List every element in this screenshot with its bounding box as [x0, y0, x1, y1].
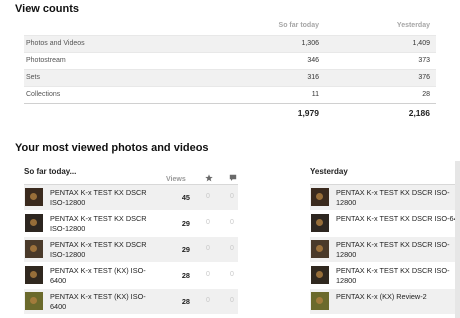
favorites-count: 0 [206, 219, 210, 226]
today-heading: So far today... [24, 167, 77, 176]
list-item[interactable]: PENTAX K-x TEST KX DSCR ISO-12800 45 0 0 [24, 185, 238, 211]
most-viewed-yesterday: Yesterday PENTAX K-x TEST KX DSCR ISO-12… [310, 163, 460, 315]
photo-thumbnail[interactable] [25, 266, 43, 284]
photo-thumbnail[interactable] [311, 240, 329, 258]
today-value: 11 [311, 91, 319, 98]
comments-count: 0 [230, 297, 234, 304]
comments-count: 0 [230, 193, 234, 200]
comments-count: 0 [230, 245, 234, 252]
yesterday-value: 28 [422, 91, 430, 98]
today-value: 316 [307, 74, 319, 81]
comments-count: 0 [230, 271, 234, 278]
yesterday-heading: Yesterday [310, 167, 348, 176]
today-value: 1,306 [301, 40, 319, 47]
list-item[interactable]: PENTAX K-x TEST KX DSCR ISO-12800 [310, 263, 460, 289]
row-photostream: Photostream 346 373 [24, 52, 436, 69]
today-header: So far today... Views [24, 163, 238, 185]
row-total: 1,979 2,186 [24, 103, 436, 120]
col-yesterday: Yesterday [396, 22, 430, 29]
list-item[interactable]: PENTAX K-x TEST KX DSCR ISO-12800 [310, 185, 460, 211]
list-item[interactable]: PENTAX K-x TEST KX DSCR ISO-12800 [310, 237, 460, 263]
most-viewed-title: Your most viewed photos and videos [15, 142, 209, 154]
comment-icon [229, 174, 237, 182]
row-label: Photos and Videos [26, 40, 85, 47]
photo-title-link[interactable]: PENTAX K-x TEST (KX) ISO-6400 [50, 266, 160, 285]
photo-thumbnail[interactable] [25, 188, 43, 206]
col-so-far-today: So far today [278, 22, 319, 29]
photo-thumbnail[interactable] [25, 240, 43, 258]
views-count: 28 [181, 297, 190, 306]
photo-thumbnail[interactable] [25, 292, 43, 310]
row-photos-and-videos: Photos and Videos 1,306 1,409 [24, 35, 436, 52]
vertical-scrollbar[interactable] [455, 161, 460, 318]
yesterday-value: 373 [418, 57, 430, 64]
view-counts-title: View counts [15, 3, 79, 15]
list-item[interactable]: PENTAX K-x TEST KX DSCR ISO-6400 [310, 211, 460, 237]
views-count: 45 [181, 193, 190, 202]
photo-thumbnail[interactable] [311, 188, 329, 206]
view-counts-header: So far today Yesterday [24, 20, 436, 35]
most-viewed-today: So far today... Views PENTAX K-x TEST KX… [24, 163, 238, 315]
favorites-count: 0 [206, 297, 210, 304]
yesterday-value: 1,409 [412, 40, 430, 47]
photo-title-link[interactable]: PENTAX K-x TEST KX DSCR ISO-12800 [336, 188, 460, 207]
view-counts-table: So far today Yesterday Photos and Videos… [24, 20, 436, 120]
photo-title-link[interactable]: PENTAX K-x TEST KX DSCR ISO-12800 [50, 214, 160, 233]
list-item[interactable]: PENTAX K-x TEST (KX) ISO-6400 28 0 0 [24, 263, 238, 289]
favorites-count: 0 [206, 245, 210, 252]
photo-title-link[interactable]: PENTAX K-x TEST KX DSCR ISO-12800 [50, 188, 160, 207]
total-today: 1,979 [297, 108, 319, 118]
views-count: 28 [181, 271, 190, 280]
photo-title-link[interactable]: PENTAX K-x TEST KX DSCR ISO-6400 [336, 214, 460, 224]
photo-title-link[interactable]: PENTAX K-x TEST (KX) ISO-6400 [50, 292, 160, 311]
total-yesterday: 2,186 [408, 108, 430, 118]
views-count: 29 [181, 219, 190, 228]
list-item[interactable]: PENTAX K-x (KX) Review-2 [310, 289, 460, 315]
list-item[interactable]: PENTAX K-x TEST (KX) ISO-6400 28 0 0 [24, 289, 238, 315]
photo-title-link[interactable]: PENTAX K-x TEST KX DSCR ISO-12800 [336, 266, 460, 285]
yesterday-value: 376 [418, 74, 430, 81]
favorites-count: 0 [206, 271, 210, 278]
views-column-header: Views [166, 176, 186, 183]
photo-thumbnail[interactable] [311, 266, 329, 284]
favorites-count: 0 [206, 193, 210, 200]
views-count: 29 [181, 245, 190, 254]
photo-thumbnail[interactable] [311, 214, 329, 232]
star-icon [205, 174, 213, 182]
list-item[interactable]: PENTAX K-x TEST KX DSCR ISO-12800 29 0 0 [24, 237, 238, 263]
photo-title-link[interactable]: PENTAX K-x (KX) Review-2 [336, 292, 460, 302]
comments-count: 0 [230, 219, 234, 226]
row-label: Collections [26, 91, 61, 98]
photo-thumbnail[interactable] [311, 292, 329, 310]
yesterday-header: Yesterday [310, 163, 460, 185]
photo-title-link[interactable]: PENTAX K-x TEST KX DSCR ISO-12800 [50, 240, 160, 259]
list-item[interactable]: PENTAX K-x TEST KX DSCR ISO-12800 29 0 0 [24, 211, 238, 237]
row-collections: Collections 11 28 [24, 86, 436, 103]
row-label: Sets [26, 74, 41, 81]
photo-title-link[interactable]: PENTAX K-x TEST KX DSCR ISO-12800 [336, 240, 460, 259]
row-sets: Sets 316 376 [24, 69, 436, 86]
photo-thumbnail[interactable] [25, 214, 43, 232]
row-label: Photostream [26, 57, 66, 64]
today-value: 346 [307, 57, 319, 64]
